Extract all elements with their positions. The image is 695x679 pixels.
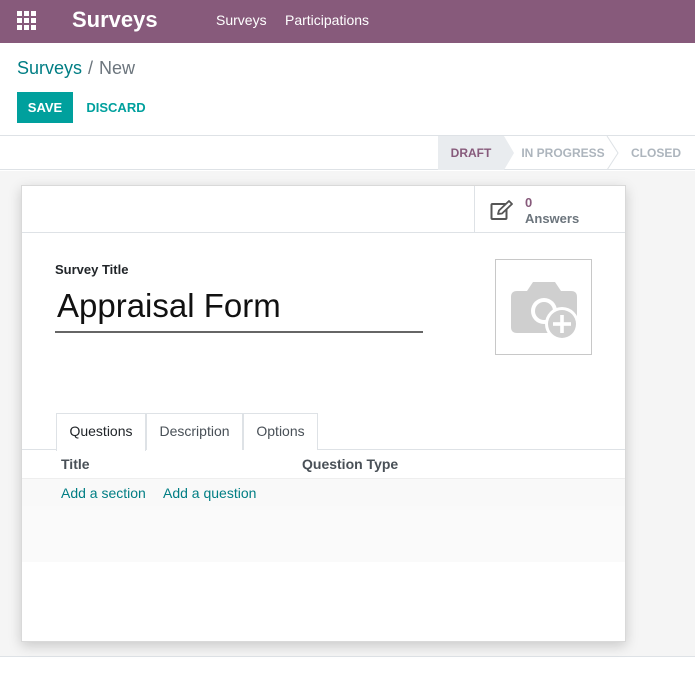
statusbar: DRAFT IN PROGRESS CLOSED [0,136,695,170]
breadcrumb-parent[interactable]: Surveys [17,58,82,78]
apps-menu-icon[interactable] [17,11,36,30]
add-section-link[interactable]: Add a section [61,485,146,501]
column-question-type[interactable]: Question Type [302,456,398,472]
list-add-row: Add a section Add a question [22,478,625,506]
top-navbar: Surveys Surveys Participations [0,0,695,43]
answers-stat-button[interactable]: 0 Answers [474,186,625,232]
form-sheet: 0 Answers Survey Title Questions Descrip… [21,185,626,642]
discard-button[interactable]: DISCARD [80,92,152,123]
camera-plus-icon [511,282,579,341]
survey-title-input[interactable] [55,281,423,333]
save-button[interactable]: SAVE [17,92,73,123]
stage-chevron-divider [606,136,619,170]
breadcrumb-current: New [99,58,136,78]
questions-list-header: Title Question Type [22,450,625,478]
tab-options[interactable]: Options [243,413,318,450]
button-box: 0 Answers [22,186,625,233]
nav-link-surveys[interactable]: Surveys [216,12,267,28]
survey-image-upload[interactable] [495,259,592,355]
stage-closed[interactable]: CLOSED [621,136,691,170]
stage-draft[interactable]: DRAFT [438,136,504,170]
bottom-divider [0,656,695,657]
form-tabs: Questions Description Options [22,413,625,451]
survey-title-label: Survey Title [55,262,129,277]
stage-in-progress[interactable]: IN PROGRESS [516,136,610,170]
answers-count: 0 [525,195,533,210]
tab-questions[interactable]: Questions [56,413,146,451]
app-brand[interactable]: Surveys [72,7,158,33]
nav-link-participations[interactable]: Participations [285,12,369,28]
breadcrumb-separator: / [88,58,94,78]
tab-description[interactable]: Description [146,413,243,450]
breadcrumb: Surveys / New [17,58,135,79]
list-empty-area [22,506,625,562]
edit-icon [490,200,513,220]
stage-arrow-active [504,136,514,170]
column-title[interactable]: Title [61,456,90,472]
answers-label: Answers [525,211,580,226]
add-question-link[interactable]: Add a question [163,485,256,501]
